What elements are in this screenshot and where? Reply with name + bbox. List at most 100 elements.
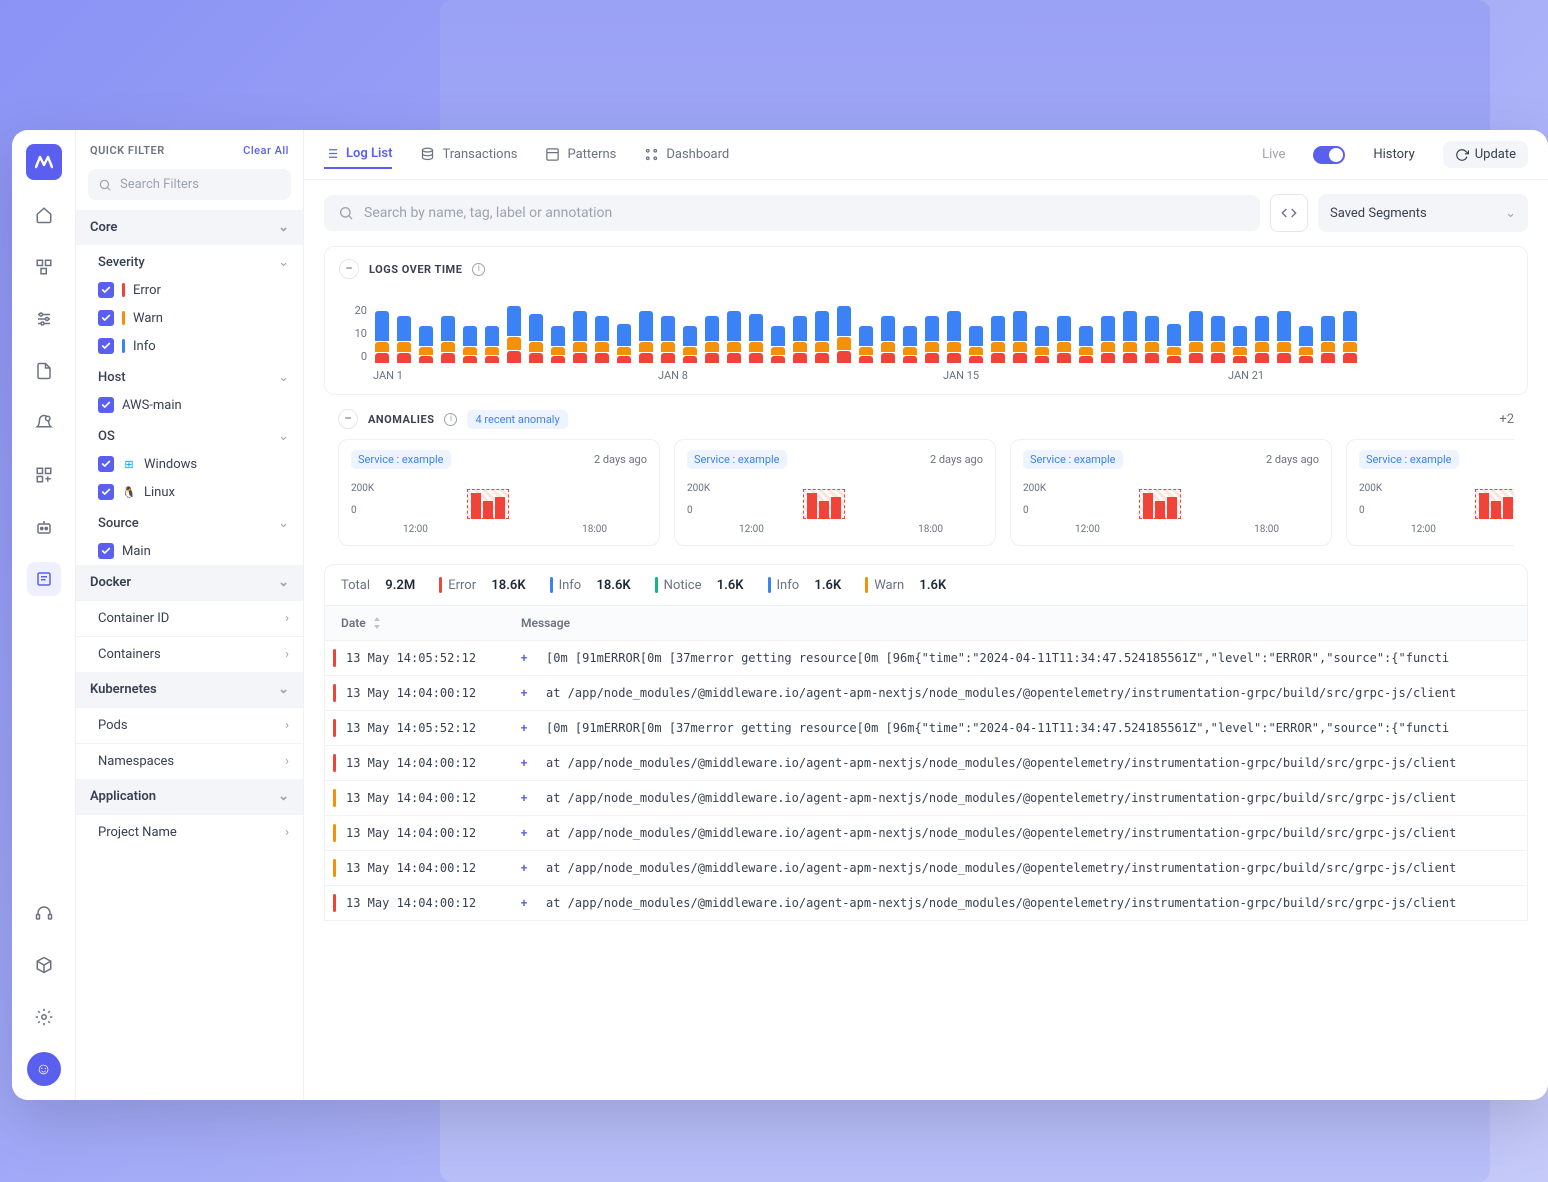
- saved-segments-select[interactable]: Saved Segments⌄: [1318, 194, 1528, 232]
- chart-bar[interactable]: [747, 313, 765, 364]
- expand-icon[interactable]: +: [514, 896, 534, 910]
- chart-bar[interactable]: [571, 310, 589, 363]
- code-button[interactable]: [1270, 194, 1308, 232]
- filter-item[interactable]: AWS-main: [76, 391, 303, 419]
- expand-icon[interactable]: +: [514, 651, 534, 665]
- chart-bar[interactable]: [725, 310, 743, 363]
- chart-bar[interactable]: [1253, 315, 1271, 363]
- chart-bar[interactable]: [1209, 315, 1227, 363]
- chart-bar[interactable]: [417, 325, 435, 363]
- headset-icon[interactable]: [27, 896, 61, 930]
- chart-bar[interactable]: [681, 325, 699, 363]
- subhead-severity[interactable]: Severity⌄: [76, 245, 303, 276]
- table-row[interactable]: 13 May 14:04:00:12 + at /app/node_module…: [325, 851, 1527, 886]
- chart-bar[interactable]: [439, 315, 457, 363]
- anomaly-card[interactable]: Service : example2 days ago 200K0 12:001…: [1010, 439, 1332, 546]
- gear-icon[interactable]: [27, 1000, 61, 1034]
- chart-bar[interactable]: [703, 315, 721, 363]
- section-application[interactable]: Application⌄: [76, 779, 303, 814]
- chart-bar[interactable]: [1077, 325, 1095, 363]
- sidebar-link[interactable]: Containers›: [76, 636, 303, 672]
- chart-bar[interactable]: [637, 310, 655, 363]
- filter-item[interactable]: Error: [76, 276, 303, 304]
- filter-item[interactable]: Warn: [76, 304, 303, 332]
- checkbox-icon[interactable]: [98, 484, 114, 500]
- anomaly-card[interactable]: Service : example2 days ago 200K0 12:001…: [674, 439, 996, 546]
- chart-bar[interactable]: [615, 323, 633, 364]
- info-icon[interactable]: i: [472, 263, 485, 276]
- summary-item[interactable]: Notice 1.6K: [655, 577, 744, 593]
- table-row[interactable]: 13 May 14:04:00:12 + at /app/node_module…: [325, 676, 1527, 711]
- chart-bar[interactable]: [1275, 310, 1293, 363]
- tab-transactions[interactable]: Transactions: [420, 141, 517, 168]
- filter-item[interactable]: ⊞Windows: [76, 450, 303, 478]
- table-row[interactable]: 13 May 14:05:52:12 + [0m [91mERROR[0m [3…: [325, 641, 1527, 676]
- section-docker[interactable]: Docker⌄: [76, 565, 303, 600]
- col-message[interactable]: Message: [521, 616, 1511, 630]
- chart-bar[interactable]: [1187, 310, 1205, 363]
- chart-bar[interactable]: [1143, 315, 1161, 363]
- box-icon[interactable]: [27, 948, 61, 982]
- tab-patterns[interactable]: Patterns: [545, 141, 616, 168]
- main-search[interactable]: Search by name, tag, label or annotation: [324, 195, 1260, 231]
- anomaly-card[interactable]: Service : example2 days ago 200K0 12:001…: [338, 439, 660, 546]
- table-row[interactable]: 13 May 14:04:00:12 + at /app/node_module…: [325, 746, 1527, 781]
- chart-bar[interactable]: [923, 315, 941, 363]
- expand-icon[interactable]: +: [514, 686, 534, 700]
- table-row[interactable]: 13 May 14:04:00:12 + at /app/node_module…: [325, 886, 1527, 921]
- sliders-icon[interactable]: [27, 302, 61, 336]
- checkbox-icon[interactable]: [98, 338, 114, 354]
- filter-item[interactable]: 🐧Linux: [76, 478, 303, 506]
- chart-bar[interactable]: [483, 325, 501, 363]
- chart-bar[interactable]: [1297, 325, 1315, 363]
- home-icon[interactable]: [27, 198, 61, 232]
- live-history-toggle[interactable]: [1313, 146, 1345, 164]
- clear-all-link[interactable]: Clear All: [243, 144, 289, 157]
- table-row[interactable]: 13 May 14:04:00:12 + at /app/node_module…: [325, 816, 1527, 851]
- filter-search[interactable]: Search Filters: [88, 169, 291, 200]
- update-button[interactable]: Update: [1443, 141, 1528, 168]
- anomaly-card[interactable]: Service : example 200K0 12:00: [1346, 439, 1514, 546]
- checkbox-icon[interactable]: [98, 397, 114, 413]
- chart-bar[interactable]: [1341, 310, 1359, 363]
- chart-bar[interactable]: [1033, 325, 1051, 363]
- chart-bar[interactable]: [879, 315, 897, 363]
- col-date[interactable]: Date: [341, 616, 366, 630]
- collapse-button[interactable]: −: [339, 259, 359, 279]
- summary-item[interactable]: Warn 1.6K: [865, 577, 946, 593]
- summary-item[interactable]: Info 18.6K: [550, 577, 631, 593]
- tab-dashboard[interactable]: Dashboard: [644, 141, 729, 168]
- section-kubernetes[interactable]: Kubernetes⌄: [76, 672, 303, 707]
- expand-icon[interactable]: +: [514, 826, 534, 840]
- expand-icon[interactable]: +: [514, 721, 534, 735]
- chart-bar[interactable]: [373, 310, 391, 363]
- avatar[interactable]: ☺: [27, 1052, 61, 1086]
- subhead-host[interactable]: Host⌄: [76, 360, 303, 391]
- chart-bar[interactable]: [461, 325, 479, 363]
- anomaly-more[interactable]: +2: [1499, 412, 1514, 427]
- table-row[interactable]: 13 May 14:05:52:12 + [0m [91mERROR[0m [3…: [325, 711, 1527, 746]
- filter-item[interactable]: Info: [76, 332, 303, 360]
- logs-icon[interactable]: [27, 562, 61, 596]
- chart-bar[interactable]: [1011, 310, 1029, 363]
- sort-icon[interactable]: [372, 617, 382, 629]
- file-icon[interactable]: [27, 354, 61, 388]
- bot-icon[interactable]: [27, 510, 61, 544]
- checkbox-icon[interactable]: [98, 543, 114, 559]
- filter-item[interactable]: Main: [76, 537, 303, 565]
- chart-bar[interactable]: [659, 315, 677, 363]
- chart-bar[interactable]: [593, 315, 611, 363]
- summary-item[interactable]: Error 18.6K: [439, 577, 525, 593]
- sidebar-link[interactable]: Namespaces›: [76, 743, 303, 779]
- chart-bar[interactable]: [1099, 315, 1117, 363]
- section-core[interactable]: Core⌄: [76, 210, 303, 245]
- chart-bar[interactable]: [857, 325, 875, 363]
- bell-icon[interactable]: [27, 406, 61, 440]
- chart-bar[interactable]: [1055, 315, 1073, 363]
- chart-bar[interactable]: [967, 325, 985, 363]
- chart-bar[interactable]: [505, 305, 523, 363]
- chart-bar[interactable]: [835, 305, 853, 363]
- checkbox-icon[interactable]: [98, 310, 114, 326]
- chart-bar[interactable]: [1319, 315, 1337, 363]
- chart-bar[interactable]: [395, 315, 413, 363]
